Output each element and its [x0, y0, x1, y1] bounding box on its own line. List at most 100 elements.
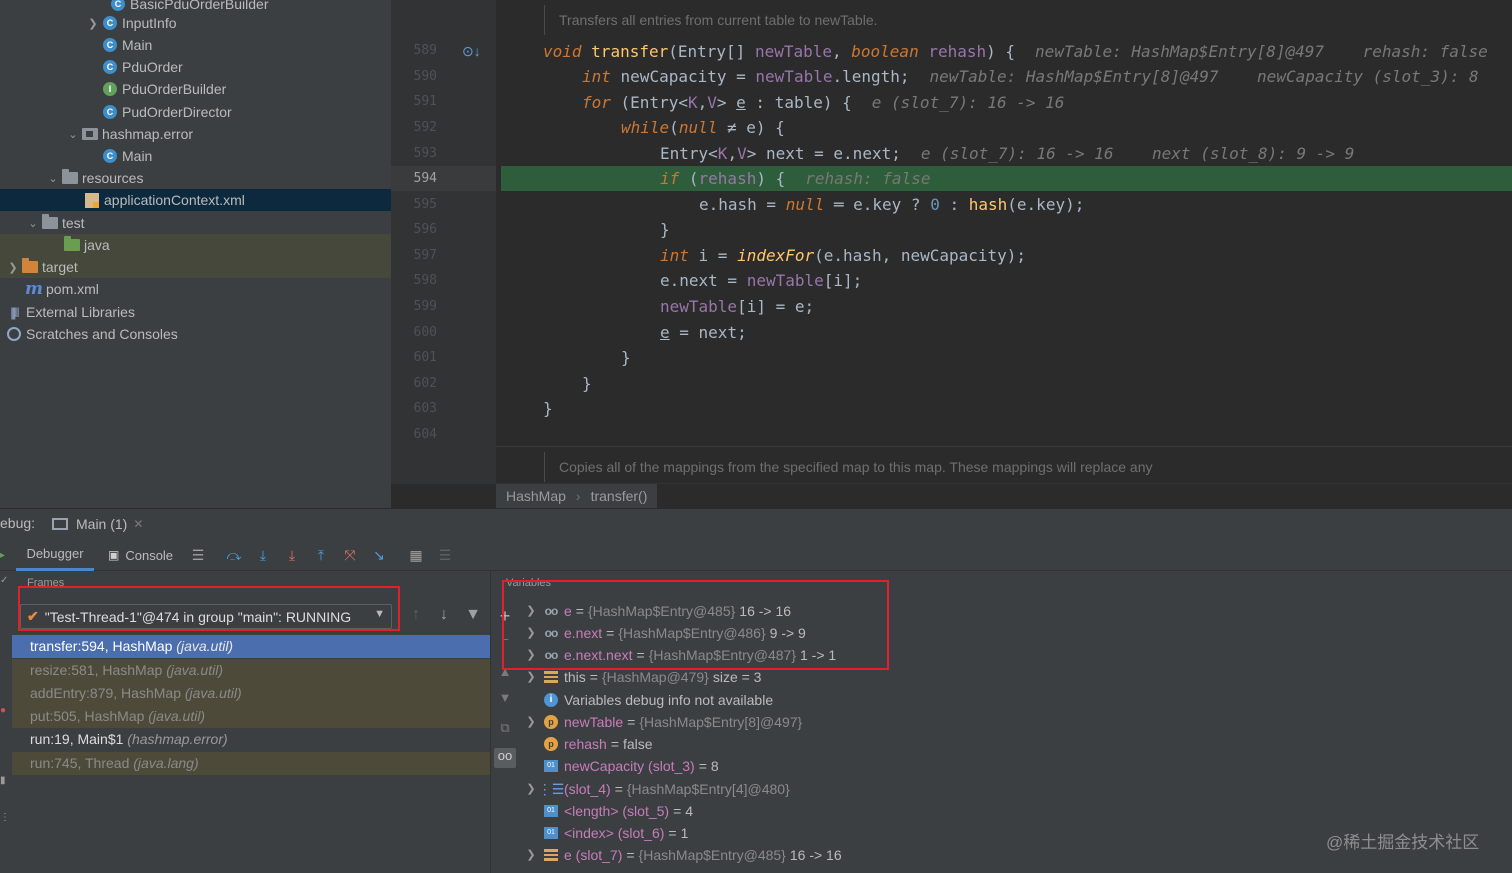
- code-line: int newCapacity = newTable.length; newTab…: [582, 67, 1479, 86]
- thread-selector[interactable]: ✔ "Test-Thread-1"@474 in group "main": R…: [20, 604, 392, 629]
- variable-row[interactable]: ❯ oo e = {HashMap$Entry@485} 16 -> 16: [520, 600, 1512, 622]
- step-into-icon[interactable]: ⤓: [253, 545, 273, 565]
- layout-settings-icon[interactable]: ☰: [188, 545, 208, 565]
- arrow-up-icon[interactable]: ↑: [406, 606, 426, 626]
- debug-session-tab[interactable]: Main (1) ✕: [52, 508, 152, 539]
- code-line: int i = indexFor(e.hash, newCapacity);: [660, 246, 1027, 265]
- variable-row[interactable]: ❯ ⋮☰ (slot_4) = {HashMap$Entry[4]@480}: [520, 778, 1512, 800]
- variable-row[interactable]: p rehash = false: [520, 733, 1512, 755]
- drop-frame-icon[interactable]: ⤧: [340, 545, 360, 565]
- tree-item[interactable]: C PduOrder: [0, 56, 391, 78]
- chevron-right-icon[interactable]: ❯: [520, 711, 542, 733]
- method-override-gutter-icon[interactable]: ⊙↓: [462, 43, 481, 59]
- tree-item[interactable]: C PudOrderDirector: [0, 101, 391, 123]
- settings-icon[interactable]: ⋮: [0, 812, 10, 823]
- trace-icon[interactable]: ☰: [435, 545, 455, 565]
- chevron-down-icon[interactable]: ⌄: [26, 217, 40, 230]
- remove-watch-icon[interactable]: −: [494, 632, 516, 652]
- frames-title: Frames: [27, 577, 65, 589]
- tree-item[interactable]: C Main: [0, 145, 391, 167]
- code-line: while(null ≠ e) {: [621, 118, 785, 137]
- variable-row[interactable]: ❯ oo e.next = {HashMap$Entry@486} 9 -> 9: [520, 622, 1512, 644]
- tree-item[interactable]: java: [0, 234, 391, 256]
- evaluate-expression-icon[interactable]: ▦: [406, 545, 426, 565]
- chevron-right-icon[interactable]: ❯: [520, 844, 542, 866]
- close-icon[interactable]: ✕: [133, 517, 143, 531]
- tree-item[interactable]: ⌄ hashmap.error: [0, 123, 391, 145]
- line-number-current: 594: [413, 171, 437, 186]
- tree-item[interactable]: ⌄ resources: [0, 167, 391, 189]
- javadoc-bottom: Copies all of the mappings from the spec…: [544, 452, 1512, 482]
- class-icon: C: [102, 148, 118, 164]
- stack-frame[interactable]: resize:581, HashMap (java.util): [12, 659, 490, 682]
- step-over-icon[interactable]: ⤼: [224, 545, 244, 565]
- parameter-icon: p: [542, 737, 560, 751]
- chevron-right-icon[interactable]: ❯: [6, 261, 20, 274]
- tree-item-selected[interactable]: applicationContext.xml: [0, 189, 391, 211]
- tree-item[interactable]: C Main: [0, 34, 391, 56]
- tree-item[interactable]: ⌄ test: [0, 212, 391, 234]
- parameter-icon: p: [542, 715, 560, 729]
- inline-debug-hint: newTable: HashMap$Entry[8]@497 newCapaci…: [929, 67, 1479, 86]
- stop-icon[interactable]: ●: [0, 705, 6, 716]
- breadcrumb-item-class[interactable]: HashMap: [506, 488, 566, 504]
- chevron-right-icon[interactable]: ❯: [520, 600, 542, 622]
- chevron-down-icon: ▼: [374, 608, 385, 620]
- chevron-right-icon[interactable]: ❯: [520, 666, 542, 688]
- mute-breakpoints-icon[interactable]: ▮: [0, 775, 6, 786]
- stack-frame[interactable]: run:19, Main$1 (hashmap.error): [12, 728, 490, 751]
- chevron-down-icon[interactable]: ⌄: [66, 128, 80, 141]
- tree-item[interactable]: ❯ target: [0, 256, 391, 278]
- resume-icon[interactable]: ▸: [0, 550, 6, 561]
- variable-row[interactable]: 01 <length> (slot_5) = 4: [520, 800, 1512, 822]
- chevron-right-icon: ›: [575, 488, 581, 504]
- force-step-into-icon[interactable]: ⤓: [282, 545, 302, 565]
- class-icon: C: [102, 104, 118, 120]
- stack-frame[interactable]: put:505, HashMap (java.util): [12, 705, 490, 728]
- show-watches-icon[interactable]: oo: [494, 748, 516, 768]
- tree-item[interactable]: m pom.xml: [0, 278, 391, 300]
- add-watch-icon[interactable]: +: [494, 606, 516, 626]
- variable-row[interactable]: ❯ oo e.next.next = {HashMap$Entry@487} 1 -…: [520, 644, 1512, 666]
- stack-frame[interactable]: transfer:594, HashMap (java.util): [12, 635, 490, 658]
- step-out-icon[interactable]: ⤒: [311, 545, 331, 565]
- copy-icon[interactable]: ⧉: [494, 720, 516, 740]
- package-icon: [82, 126, 98, 142]
- monitor-icon: [52, 517, 68, 530]
- chevron-down-icon[interactable]: ⌄: [46, 172, 60, 185]
- move-down-icon[interactable]: ▼: [494, 690, 516, 710]
- variable-row[interactable]: ❯ p newTable = {HashMap$Entry[8]@497}: [520, 711, 1512, 733]
- rerun-icon[interactable]: ✓: [0, 575, 8, 586]
- line-number: 597: [413, 248, 437, 263]
- variable-row[interactable]: ❯ this = {HashMap@479} size = 3: [520, 666, 1512, 688]
- tree-item[interactable]: |||‖ External Libraries: [0, 301, 391, 323]
- tab-console[interactable]: ▣ Console: [108, 539, 173, 571]
- arrow-down-icon[interactable]: ↓: [434, 606, 454, 626]
- tree-item[interactable]: I PduOrderBuilder: [0, 78, 391, 100]
- filter-icon[interactable]: ▼: [463, 606, 483, 626]
- stack-frame[interactable]: addEntry:879, HashMap (java.util): [12, 682, 490, 705]
- primitive-icon: 01: [542, 826, 560, 840]
- chevron-right-icon[interactable]: ❯: [520, 622, 542, 644]
- tab-debugger[interactable]: Debugger: [16, 539, 94, 571]
- stack-frame[interactable]: run:745, Thread (java.lang): [12, 752, 490, 775]
- breadcrumb-item-method[interactable]: transfer(): [591, 488, 648, 504]
- code-line: }: [582, 374, 592, 393]
- debug-window-title: ebug:: [0, 515, 36, 531]
- tree-item[interactable]: Scratches and Consoles: [0, 323, 391, 345]
- line-number: 589: [413, 43, 437, 58]
- class-icon: C: [110, 0, 126, 12]
- variable-row[interactable]: 01 newCapacity (slot_3) = 8: [520, 755, 1512, 777]
- code-line: for (Entry<K,V> e : table) {e (slot_7): …: [582, 93, 1065, 112]
- folder-icon: [62, 169, 78, 186]
- line-number: 596: [413, 222, 437, 237]
- line-number: 590: [413, 69, 437, 84]
- chevron-right-icon[interactable]: ❯: [520, 644, 542, 666]
- move-up-icon[interactable]: ▲: [494, 664, 516, 684]
- code-line: Entry<K,V> next = e.next; e (slot_7): 16 …: [660, 144, 1355, 163]
- tree-item[interactable]: ❯ C InputInfo: [0, 12, 391, 34]
- line-number: 598: [413, 273, 437, 288]
- run-to-cursor-icon[interactable]: ↘: [369, 545, 389, 565]
- chevron-right-icon[interactable]: ❯: [86, 17, 100, 30]
- line-number: 602: [413, 376, 437, 391]
